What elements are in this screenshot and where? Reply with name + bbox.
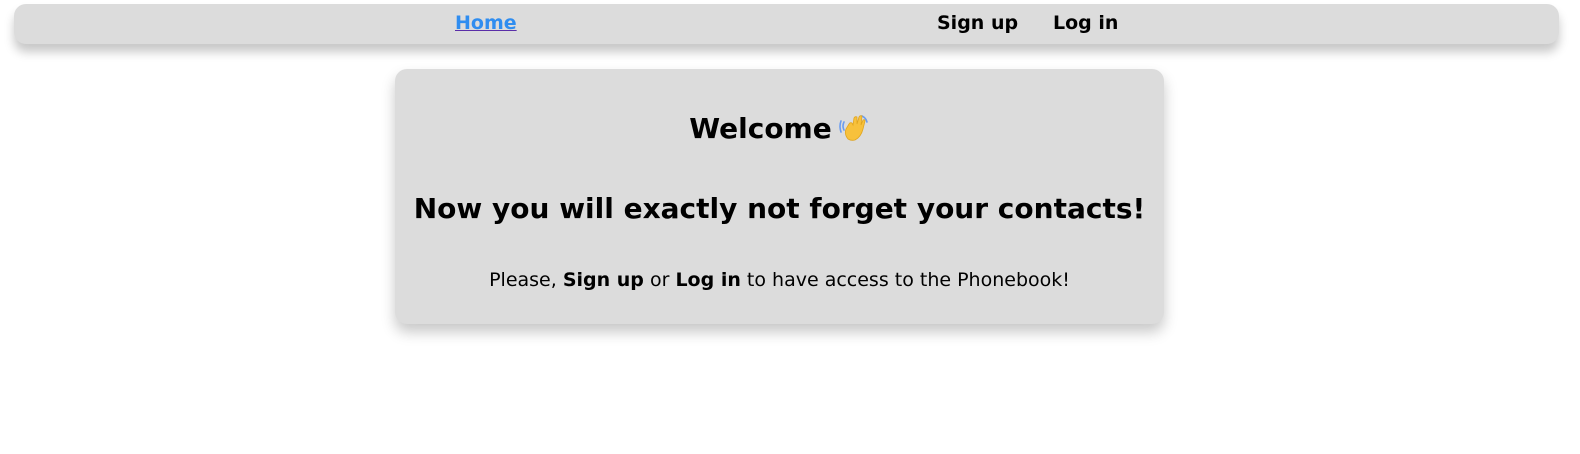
prompt-login: Log in <box>675 269 741 291</box>
auth-prompt: Please, Sign up or Log in to have access… <box>395 268 1164 292</box>
prompt-prefix: Please, <box>489 269 557 291</box>
nav-login-link[interactable]: Log in <box>1053 11 1118 35</box>
welcome-text: Welcome <box>689 112 832 145</box>
tagline-heading: Now you will exactly not forget your con… <box>413 192 1146 225</box>
prompt-or: or <box>649 269 670 291</box>
welcome-heading: Welcome <box>395 112 1164 146</box>
welcome-card: Welcome Now you will exactly not forget … <box>395 69 1164 324</box>
nav-home-link[interactable]: Home <box>455 11 517 35</box>
nav-signup-link[interactable]: Sign up <box>937 11 1018 35</box>
top-navbar: Home Sign up Log in <box>14 4 1559 44</box>
waving-hand-icon <box>838 112 870 144</box>
prompt-signup: Sign up <box>562 269 644 291</box>
prompt-suffix: to have access to the Phonebook! <box>746 269 1070 291</box>
